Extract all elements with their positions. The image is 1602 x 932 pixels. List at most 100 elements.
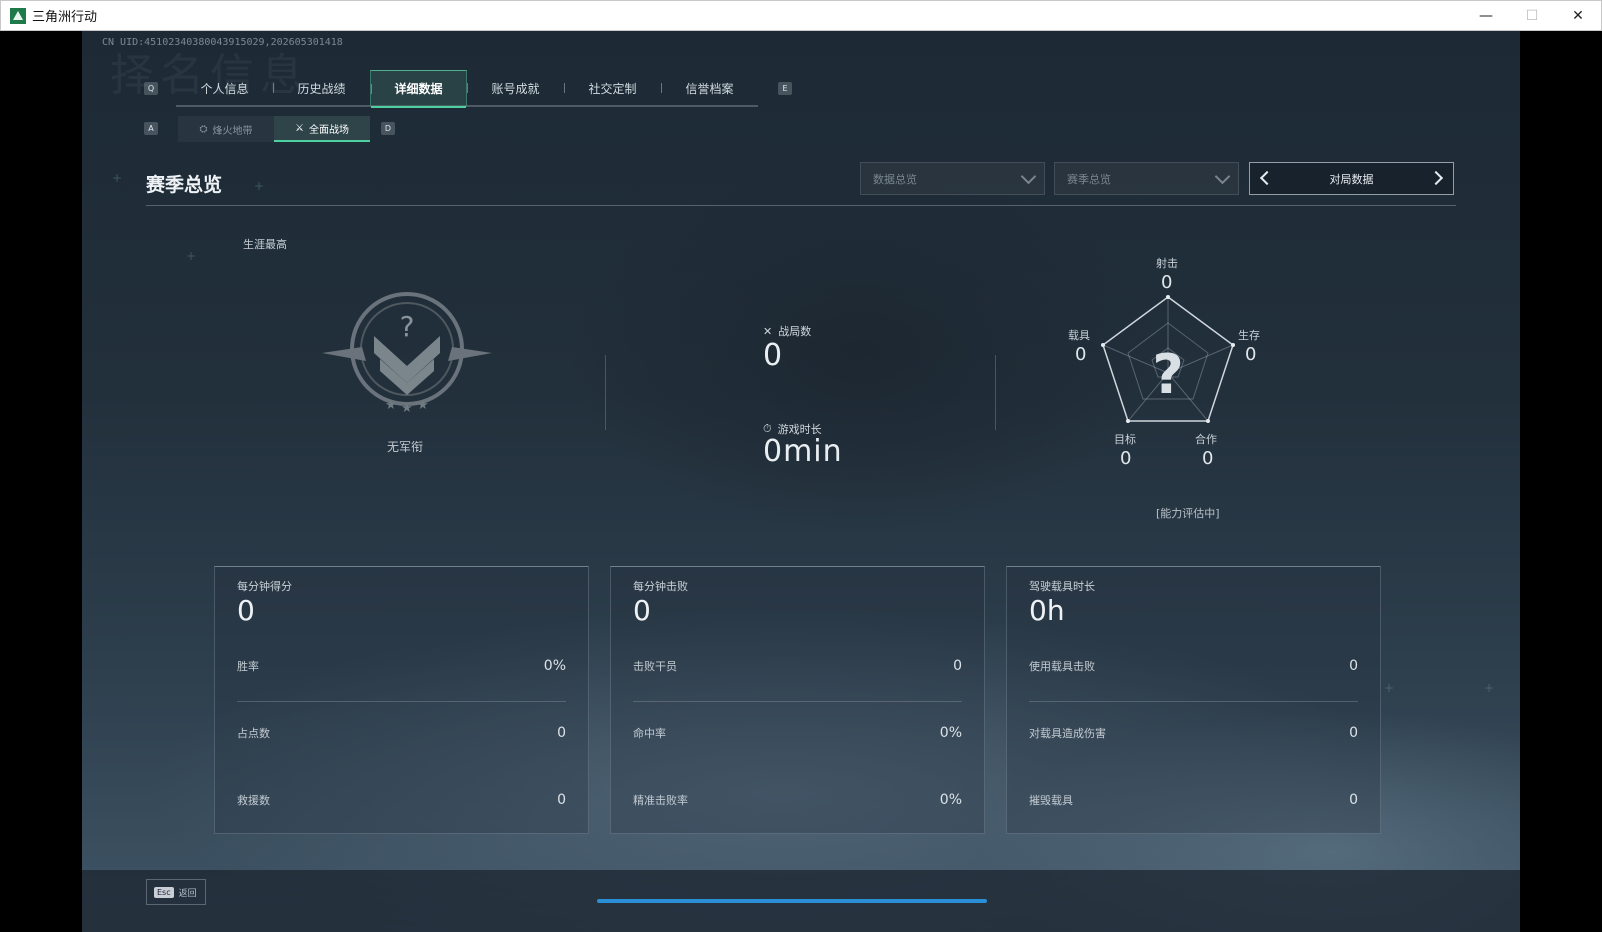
decor-plus-icon: +: [254, 179, 265, 193]
decor-plus-icon: +: [1384, 681, 1395, 695]
stat-card-vehicle: 驾驶载具时长 0h 使用载具击败 0 对载具造成伤害 0 摧毁载具 0: [1006, 566, 1381, 834]
stat-row-label: 使用载具击败: [1029, 660, 1095, 673]
divider: [605, 355, 606, 430]
radar-value-objective: 0: [1120, 448, 1132, 469]
section-divider: [146, 205, 1456, 206]
stat-row: 精准击败率 0%: [633, 790, 962, 810]
ability-radar: ?: [1100, 293, 1236, 427]
card-divider: [237, 701, 566, 702]
radar-label-survival: 生存: [1238, 329, 1260, 342]
back-label: 返回: [178, 888, 197, 899]
career-best-label: 生涯最高: [243, 238, 287, 251]
stat-row: 占点数 0: [237, 723, 566, 743]
radar-value-shooting: 0: [1161, 272, 1173, 293]
matches-value: 0: [763, 338, 784, 373]
chevron-left-icon[interactable]: [1259, 170, 1275, 186]
rank-name: 无军衔: [387, 440, 424, 454]
radar-value-survival: 0: [1245, 344, 1257, 365]
chevron-down-icon: [1214, 168, 1231, 185]
sub-tab-bar: ⛭ 烽火地带 ⚔ 全面战场: [178, 116, 370, 142]
ability-evaluating-note: [能力评估中]: [1156, 507, 1220, 520]
subtab-next-key-hint[interactable]: D: [381, 122, 395, 135]
svg-text:★: ★: [401, 401, 413, 416]
stat-row-value: 0: [557, 792, 566, 808]
stat-row-value: 0: [557, 725, 566, 741]
subtab-full-battlefield[interactable]: ⚔ 全面战场: [274, 116, 370, 142]
matches-label: ✕ 战局数: [763, 323, 811, 339]
esc-key-icon: Esc: [154, 886, 174, 898]
divider: [995, 355, 996, 430]
subtab-label: 烽火地带: [212, 125, 253, 137]
svg-text:★: ★: [417, 398, 429, 413]
card-title: 每分钟得分: [237, 580, 292, 593]
stat-row-label: 胜率: [237, 660, 259, 673]
minimize-button[interactable]: —: [1463, 1, 1509, 30]
app-logo-icon: [10, 7, 26, 24]
tab-prev-key-hint[interactable]: Q: [144, 82, 158, 95]
radar-value-cooperation: 0: [1202, 448, 1214, 469]
stat-card-kills: 每分钟击败 0 击败干员 0 命中率 0% 精准击败率 0%: [610, 566, 985, 834]
tab-history[interactable]: 历史战绩: [273, 70, 370, 106]
stat-row-label: 击败干员: [633, 660, 677, 673]
rank-badge-icon: ? ★ ★ ★: [322, 291, 492, 420]
loading-progress-bar: [597, 899, 987, 903]
radar-value-vehicle: 0: [1075, 344, 1087, 365]
window-titlebar: 三角洲行动 — ☐ ✕: [0, 0, 1602, 31]
stat-row: 击败干员 0: [633, 656, 962, 676]
card-big-value: 0: [237, 594, 255, 627]
rank-unknown-mark: ?: [400, 310, 415, 343]
card-title: 驾驶载具时长: [1029, 580, 1095, 593]
window-title: 三角洲行动: [32, 10, 98, 25]
subtab-label: 全面战场: [308, 124, 349, 136]
stat-row-value: 0: [1349, 658, 1358, 674]
stat-row: 摧毁载具 0: [1029, 790, 1358, 810]
stat-row-label: 占点数: [237, 727, 270, 740]
chevron-right-icon[interactable]: [1428, 170, 1444, 186]
tab-achievements[interactable]: 账号成就: [467, 70, 564, 106]
stat-row-value: 0: [1349, 725, 1358, 741]
decor-plus-icon: +: [186, 249, 197, 263]
stat-row-value: 0%: [939, 725, 962, 741]
season-overview-dropdown[interactable]: 赛季总览: [1054, 162, 1239, 195]
stat-row: 救援数 0: [237, 790, 566, 810]
crossed-swords-icon: ✕: [763, 324, 773, 338]
game-viewport: 择名信息 CN UID:45102340380043915029,2026053…: [82, 31, 1520, 932]
stat-row: 使用载具击败 0: [1029, 656, 1358, 676]
tab-credit[interactable]: 信誉档案: [661, 70, 758, 106]
svg-text:★: ★: [385, 398, 397, 413]
stat-row-label: 救援数: [237, 794, 270, 807]
stat-row-label: 摧毁载具: [1029, 794, 1073, 807]
maximize-button[interactable]: ☐: [1509, 1, 1555, 30]
stat-row-value: 0%: [939, 792, 962, 808]
stat-row-label: 精准击败率: [633, 794, 688, 807]
stat-row: 命中率 0%: [633, 723, 962, 743]
stat-row-value: 0: [953, 658, 962, 674]
main-tab-bar: 个人信息 历史战绩 详细数据 账号成就 社交定制 信誉档案: [176, 70, 758, 108]
back-button[interactable]: Esc 返回: [146, 879, 206, 905]
close-button[interactable]: ✕: [1555, 1, 1601, 30]
stat-row: 胜率 0%: [237, 656, 566, 676]
tab-social[interactable]: 社交定制: [564, 70, 661, 106]
subtab-prev-key-hint[interactable]: A: [144, 122, 158, 135]
radar-label-shooting: 射击: [1156, 257, 1178, 270]
beacon-icon: ⛭: [199, 123, 208, 135]
uid-text: CN UID:45102340380043915029,202605301418: [102, 37, 343, 48]
stat-row-label: 对载具造成伤害: [1029, 727, 1106, 740]
tab-detailed-data[interactable]: 详细数据: [370, 70, 467, 108]
data-overview-dropdown[interactable]: 数据总览: [860, 162, 1045, 195]
card-big-value: 0: [633, 594, 651, 627]
tab-next-key-hint[interactable]: E: [778, 82, 792, 95]
stat-row: 对载具造成伤害 0: [1029, 723, 1358, 743]
card-title: 每分钟击败: [633, 580, 688, 593]
decor-plus-icon: +: [112, 171, 123, 185]
section-title: 赛季总览: [146, 174, 223, 196]
window-controls: — ☐ ✕: [1463, 1, 1601, 30]
subtab-beacon-zone[interactable]: ⛭ 烽火地带: [178, 116, 274, 142]
radar-label-cooperation: 合作: [1195, 433, 1217, 446]
battlefield-icon: ⚔: [295, 122, 304, 134]
card-divider: [633, 701, 962, 702]
stat-row-label: 命中率: [633, 727, 666, 740]
radar-label-vehicle: 载具: [1068, 329, 1090, 342]
tab-personal-info[interactable]: 个人信息: [176, 70, 273, 106]
decor-plus-icon: +: [1484, 681, 1495, 695]
